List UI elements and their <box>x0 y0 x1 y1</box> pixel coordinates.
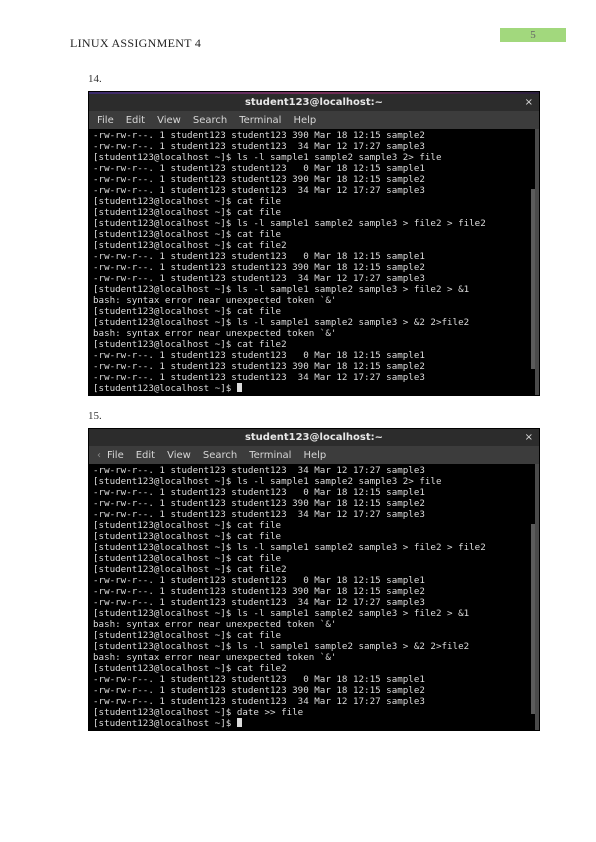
menu-edit[interactable]: Edit <box>126 115 145 126</box>
item-number-15: 15. <box>30 410 566 422</box>
scrollbar-thumb[interactable] <box>531 189 535 369</box>
menu-file[interactable]: File <box>107 450 124 461</box>
terminal-window-14: student123@localhost:~ × File Edit View … <box>88 91 540 396</box>
close-icon[interactable]: × <box>525 429 533 446</box>
menu-file[interactable]: File <box>97 115 114 126</box>
page-number-badge: 5 <box>500 28 566 42</box>
terminal-titlebar: student123@localhost:~ × <box>89 94 539 111</box>
terminal-body[interactable]: -rw-rw-r--. 1 student123 student123 390 … <box>89 129 539 395</box>
menu-search[interactable]: Search <box>203 450 237 461</box>
terminal-body[interactable]: -rw-rw-r--. 1 student123 student123 34 M… <box>89 464 539 730</box>
scrollbar-thumb[interactable] <box>531 524 535 714</box>
page-title: LINUX ASSIGNMENT 4 <box>30 28 201 51</box>
menu-terminal[interactable]: Terminal <box>249 450 291 461</box>
item-number-14: 14. <box>30 73 566 85</box>
menu-terminal[interactable]: Terminal <box>239 115 281 126</box>
menu-edit[interactable]: Edit <box>136 450 155 461</box>
terminal-menubar: ‹ File Edit View Search Terminal Help <box>89 446 539 464</box>
back-icon: ‹ <box>97 450 101 461</box>
menu-help[interactable]: Help <box>293 115 316 126</box>
menu-view[interactable]: View <box>167 450 191 461</box>
header-row: LINUX ASSIGNMENT 4 5 <box>30 28 566 51</box>
terminal-output: -rw-rw-r--. 1 student123 student123 390 … <box>93 130 534 394</box>
terminal-output: -rw-rw-r--. 1 student123 student123 34 M… <box>93 465 534 729</box>
close-icon[interactable]: × <box>525 94 533 111</box>
terminal-title-text: student123@localhost:~ <box>245 432 383 443</box>
document-page: LINUX ASSIGNMENT 4 5 14. student123@loca… <box>0 0 596 842</box>
menu-view[interactable]: View <box>157 115 181 126</box>
menu-search[interactable]: Search <box>193 115 227 126</box>
terminal-window-15: student123@localhost:~ × ‹ File Edit Vie… <box>88 428 540 731</box>
terminal-titlebar: student123@localhost:~ × <box>89 429 539 446</box>
terminal-title-text: student123@localhost:~ <box>245 97 383 108</box>
menu-help[interactable]: Help <box>303 450 326 461</box>
terminal-menubar: File Edit View Search Terminal Help <box>89 111 539 129</box>
